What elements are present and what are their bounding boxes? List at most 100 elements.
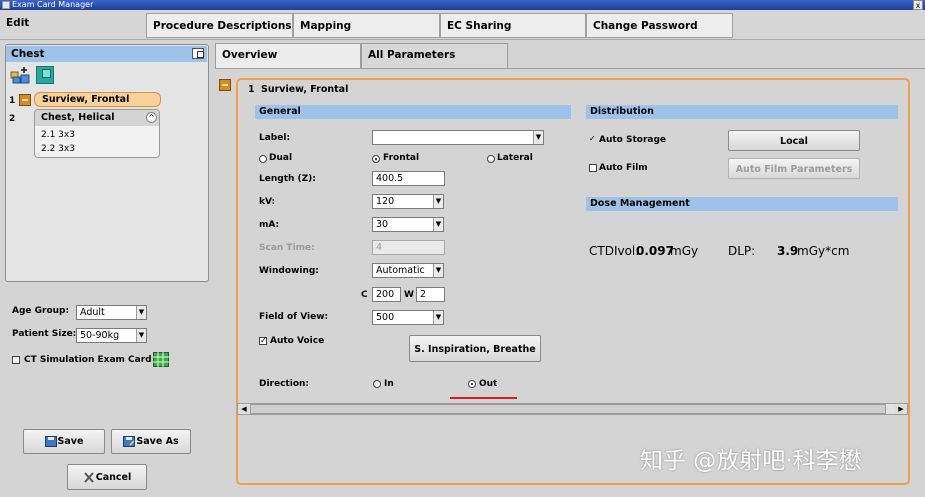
procedure-item-chest-helical[interactable]: Chest, Helical [35,110,159,126]
cancel-button[interactable]: Cancel [67,464,147,490]
chevron-down-icon: ▼ [136,306,146,319]
direction-out-radio[interactable] [468,380,476,388]
dlp-label: DLP: [728,244,756,258]
tab-mapping[interactable]: Mapping [293,13,440,38]
save-as-label: Save As [136,436,179,447]
simulation-grid-icon[interactable] [153,352,169,367]
frontal-radio[interactable] [372,155,380,163]
exam-card-title: Chest [6,46,207,62]
windowing-value: Automatic [376,265,425,276]
windowing-select[interactable]: Automatic ▼ [372,263,444,278]
age-group-select[interactable]: Adult ▼ [76,305,147,320]
cancel-label: Cancel [95,472,132,483]
tab-overview[interactable]: Overview [215,43,361,68]
scan-time-label: Scan Time: [259,243,315,253]
scrollbar-thumb[interactable] [250,404,886,414]
save-as-button[interactable]: Save As [111,429,191,454]
window-center-label: C [361,290,368,300]
procedure-header-name: Surview, Frontal [261,84,349,95]
fov-label: Field of View: [259,312,329,322]
kv-value: 120 [376,196,395,207]
tab-ec-sharing[interactable]: EC Sharing [440,13,586,38]
sub-procedure-item[interactable]: 2.1 3x3 [41,130,75,140]
auto-voice-checkbox[interactable]: ✓ [259,337,267,345]
ctdi-unit: mGy [670,244,699,258]
ma-select[interactable]: 30 ▼ [372,217,444,232]
lateral-radio[interactable] [487,155,495,163]
sub-procedure-item[interactable]: 2.2 3x3 [41,144,75,154]
window-width-input[interactable]: 2 [416,287,445,302]
ct-simulation-checkbox[interactable] [12,356,20,364]
direction-in-label: In [384,379,394,389]
length-label: Length (Z): [259,174,316,184]
app-icon [2,1,10,9]
direction-in-radio[interactable] [373,380,381,388]
patient-size-label: Patient Size: [12,329,77,339]
close-icon[interactable]: x [913,0,923,10]
tab-procedure-descriptions[interactable]: Procedure Descriptions [146,13,293,38]
dlp-unit: mGy*cm [797,244,850,258]
auto-film-parameters-button[interactable]: Auto Film Parameters [728,158,860,179]
local-button[interactable]: Local [728,130,860,151]
distribution-section-header: Distribution [586,105,898,119]
age-group-label: Age Group: [12,306,70,316]
general-section-header: General [255,105,571,119]
procedure-icon [219,79,231,91]
window-width-label: W [404,290,414,300]
save-button[interactable]: Save [23,429,105,454]
dose-section-header: Dose Management [586,197,898,211]
maximize-icon[interactable] [192,48,204,59]
tab-all-parameters[interactable]: All Parameters [361,43,508,68]
chevron-down-icon: ▼ [433,195,443,208]
auto-storage-check-icon[interactable]: ✓ [589,134,596,143]
label-label: Label: [259,133,291,143]
copy-procedure-icon[interactable] [36,66,54,84]
tab-change-password[interactable]: Change Password [586,13,733,38]
cancel-x-icon [84,472,94,483]
ma-label: mA: [259,220,280,230]
scroll-right-icon[interactable]: ▶ [895,404,907,414]
auto-storage-label: Auto Storage [599,135,667,145]
ma-value: 30 [376,219,389,230]
length-input[interactable]: 400.5 [372,171,445,186]
direction-label: Direction: [259,379,310,389]
ctdi-label: CTDIvol: [589,244,640,258]
direction-out-label: Out [479,379,498,389]
procedure-icon [19,94,31,106]
chevron-down-icon: ▼ [533,131,543,144]
save-label: Save [57,436,84,447]
watermark-text: 知乎 @放射吧·科李懋 [640,448,862,474]
patient-size-value: 50-90kg [80,330,120,341]
window-center-input[interactable]: 200 [372,287,401,302]
annotation-underline [450,397,517,399]
tab-edit[interactable]: Edit [6,17,29,29]
lateral-label: Lateral [497,153,533,163]
chevron-down-icon: ▼ [433,264,443,277]
fov-select[interactable]: 500 ▼ [372,310,444,325]
collapse-icon[interactable]: ^ [146,112,157,123]
scan-time-input: 4 [372,240,445,255]
save-as-disk-icon [123,436,136,447]
kv-select[interactable]: 120 ▼ [372,194,444,209]
add-procedure-icon[interactable] [10,66,30,84]
dlp-value: 3.9 [777,244,799,258]
scroll-left-icon[interactable]: ◀ [238,404,250,414]
horizontal-scrollbar[interactable]: ◀ ▶ [237,403,908,415]
auto-film-checkbox[interactable] [589,164,597,172]
frontal-label: Frontal [383,153,420,163]
ctdi-value: 0.097 [636,244,674,258]
fov-value: 500 [376,312,395,323]
save-disk-icon [44,436,57,447]
chevron-down-icon: ▼ [433,311,443,324]
window-title: Exam Card Manager [12,0,94,9]
auto-film-label: Auto Film [599,163,648,173]
label-select[interactable]: ▼ [372,130,544,145]
chevron-down-icon: ▼ [136,329,146,342]
procedure-item-surview[interactable]: Surview, Frontal [34,92,161,107]
breathing-instruction-button[interactable]: S. Inspiration, Breathe [409,335,541,362]
window-title-bar: Exam Card Manager x [0,0,925,10]
chevron-down-icon: ▼ [433,218,443,231]
kv-label: kV: [259,197,276,207]
patient-size-select[interactable]: 50-90kg ▼ [76,328,147,343]
dual-radio[interactable] [259,155,267,163]
